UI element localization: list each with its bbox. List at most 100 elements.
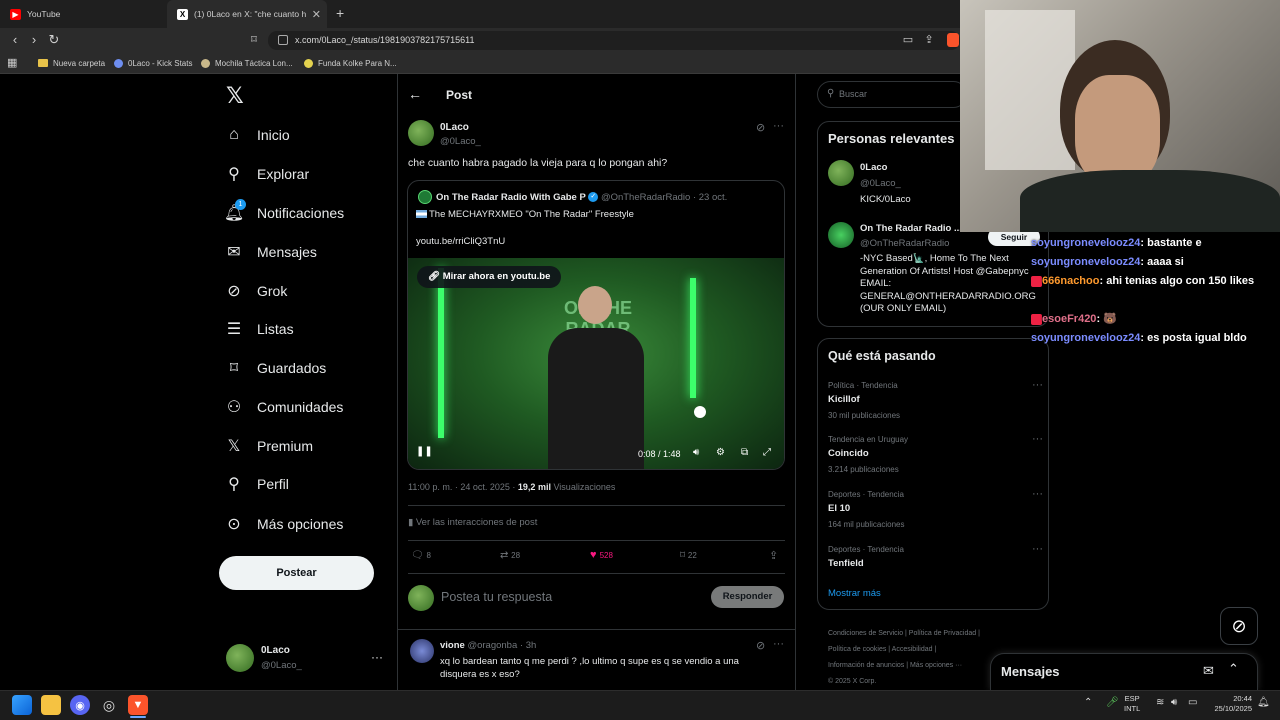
- video-player[interactable]: ON THE RADAR 🔗︎ Mirar ahora en youtu.be …: [408, 258, 784, 469]
- view-interactions-link[interactable]: ▮ Ver las interacciones de post: [408, 517, 537, 528]
- trend-item[interactable]: Política · Tendencia Kicillof 30 mil pub…: [828, 379, 1043, 420]
- trend-item[interactable]: Tendencia en Uruguay Coincido 3.214 publ…: [828, 433, 1043, 474]
- bookmark-kick-stats[interactable]: 0Laco - Kick Stats: [114, 52, 192, 74]
- like-action[interactable]: ♥ 528: [590, 549, 613, 561]
- new-message-icon[interactable]: ✉: [1203, 663, 1214, 679]
- trend-more-icon[interactable]: ···: [1032, 543, 1043, 555]
- microphone-icon[interactable]: 🎤︎: [1106, 697, 1119, 708]
- sidebar-item-mensajes[interactable]: ✉ Mensajes: [222, 233, 392, 271]
- sidebar-item-inicio[interactable]: ⌂ Inicio: [222, 116, 392, 154]
- sidebar-item-grok[interactable]: ⊘ Grok: [222, 272, 392, 310]
- obs-icon[interactable]: ◎: [99, 695, 119, 715]
- sidebar-item-perfil[interactable]: ⚲ Perfil: [222, 465, 392, 503]
- volume-icon[interactable]: 🔊︎: [1171, 697, 1177, 708]
- reply-author-name[interactable]: vione: [440, 640, 465, 651]
- relevant-handle[interactable]: @OnTheRadarRadio: [860, 238, 949, 249]
- show-more-link[interactable]: Mostrar más: [828, 588, 881, 599]
- watch-on-youtube-button[interactable]: 🔗︎ Mirar ahora en youtu.be: [417, 266, 562, 288]
- relevant-name[interactable]: 0Laco: [860, 162, 887, 173]
- footer-line[interactable]: Política de cookies | Accesibilidad |: [828, 642, 980, 658]
- language-indicator[interactable]: ESP INTL: [1124, 694, 1140, 714]
- apps-grid-icon[interactable]: ▦: [7, 56, 19, 69]
- post-author-name[interactable]: 0Laco: [440, 122, 469, 133]
- bookmark-action[interactable]: ⌑ 22: [680, 550, 697, 561]
- post-button[interactable]: Postear: [219, 556, 374, 590]
- grok-icon[interactable]: ⊘: [756, 639, 765, 652]
- footer-line[interactable]: Condiciones de Servicio | Política de Pr…: [828, 626, 980, 642]
- grok-float-button[interactable]: ⊘: [1220, 607, 1258, 645]
- pause-icon[interactable]: ❚❚: [416, 446, 433, 457]
- relevant-name[interactable]: On The Radar Radio ...: [860, 223, 962, 234]
- trend-item[interactable]: Deportes · Tendencia El 10 164 mil publi…: [828, 488, 1043, 529]
- repost-action[interactable]: ⇄ 28: [500, 550, 520, 561]
- pip-icon[interactable]: ⧉: [741, 447, 748, 458]
- tray-chevron-icon[interactable]: ⌃: [1084, 697, 1092, 708]
- share-icon[interactable]: ⇪: [769, 549, 778, 562]
- sidebar-item-premium[interactable]: 𝕏 Premium: [222, 427, 392, 465]
- sidebar-item-mas-opciones[interactable]: ⊙ Más opciones: [222, 505, 392, 543]
- tab-youtube[interactable]: ▶ YouTube: [0, 0, 165, 28]
- bookmark-mochila[interactable]: Mochila Táctica Lon...: [201, 52, 293, 74]
- messages-drawer[interactable]: Mensajes ✉ ⌃: [990, 653, 1258, 690]
- trend-more-icon[interactable]: ···: [1032, 379, 1043, 391]
- reply-more-icon[interactable]: ···: [773, 638, 784, 650]
- fullscreen-icon[interactable]: ⤢: [763, 447, 771, 458]
- reply-action[interactable]: 🗨︎ 8: [411, 550, 431, 561]
- discord-icon[interactable]: ◉: [70, 695, 90, 715]
- grok-icon[interactable]: ⊘: [756, 121, 765, 134]
- windows-start-icon[interactable]: [12, 695, 32, 715]
- account-more-icon[interactable]: ···: [371, 650, 383, 664]
- avatar[interactable]: [828, 222, 854, 248]
- url-field[interactable]: x.com/0Laco_/status/1981903782175715611: [268, 31, 960, 50]
- sidebar-item-notificaciones[interactable]: 🔔︎ 1 Notificaciones: [222, 194, 392, 232]
- reply-author-handle[interactable]: @oragonba: [467, 640, 517, 651]
- search-input[interactable]: ⚲ Buscar: [817, 81, 967, 108]
- cast-icon[interactable]: ▭: [900, 32, 916, 48]
- close-tab-icon[interactable]: ✕: [312, 8, 321, 21]
- reload-icon[interactable]: ↻: [46, 32, 62, 48]
- avatar[interactable]: [408, 120, 434, 146]
- back-arrow-icon[interactable]: ←: [408, 86, 422, 102]
- sidebar-item-guardados[interactable]: ⌑ Guardados: [222, 349, 392, 387]
- quoted-post-card[interactable]: On The Radar Radio With Gabe P ✓ @OnTheR…: [407, 180, 785, 470]
- expand-icon[interactable]: ⌃: [1228, 661, 1239, 677]
- notification-bell-icon[interactable]: 🔔︎: [1257, 697, 1270, 708]
- reply-input[interactable]: Postea tu respuesta: [441, 590, 701, 604]
- post-timestamp[interactable]: 11:00 p. m. · 24 oct. 2025 ·: [408, 482, 515, 492]
- reply-time[interactable]: · 3h: [520, 640, 536, 651]
- trend-item[interactable]: Deportes · Tendencia Tenfield ···: [828, 543, 1043, 569]
- post-author-handle[interactable]: @0Laco_: [440, 136, 481, 147]
- trend-more-icon[interactable]: ···: [1032, 433, 1043, 445]
- tab-x-post[interactable]: X (1) 0Laco en X: "che cuanto h ✕: [167, 0, 327, 28]
- quote-link[interactable]: youtu.be/rriCliQ3TnU: [416, 236, 505, 247]
- settings-gear-icon[interactable]: ⚙: [716, 447, 725, 458]
- wifi-icon[interactable]: ≋: [1156, 697, 1164, 708]
- forward-icon[interactable]: ›: [26, 32, 42, 48]
- bookmark-page-icon[interactable]: ⌑: [246, 32, 262, 48]
- site-info-icon[interactable]: [278, 35, 288, 45]
- footer-line[interactable]: Información de anuncios | Más opciones ·…: [828, 658, 980, 674]
- battery-icon[interactable]: ▭: [1188, 697, 1197, 708]
- footer-links[interactable]: Condiciones de Servicio | Política de Pr…: [828, 626, 980, 690]
- x-logo-icon[interactable]: 𝕏: [226, 84, 244, 109]
- back-icon[interactable]: ‹: [7, 32, 23, 48]
- bookmark-nueva-carpeta[interactable]: Nueva carpeta: [38, 52, 105, 74]
- reply-submit-button[interactable]: Responder: [711, 586, 784, 608]
- brave-icon[interactable]: ▼: [128, 695, 148, 715]
- account-switcher[interactable]: [226, 644, 254, 672]
- avatar[interactable]: [410, 639, 434, 663]
- relevant-handle[interactable]: @0Laco_: [860, 178, 901, 189]
- avatar[interactable]: [828, 160, 854, 186]
- post-more-icon[interactable]: ···: [773, 120, 784, 132]
- share-icon[interactable]: ⇪: [921, 32, 937, 48]
- brave-shield-icon[interactable]: [947, 33, 959, 47]
- new-tab-button[interactable]: +: [336, 5, 344, 21]
- clock[interactable]: 20:44 25/10/2025: [1206, 694, 1252, 714]
- bookmark-funda[interactable]: Funda Kolke Para N...: [304, 52, 397, 74]
- sidebar-item-listas[interactable]: ☰ Listas: [222, 310, 392, 348]
- volume-icon[interactable]: 🔊︎: [693, 447, 699, 458]
- trend-more-icon[interactable]: ···: [1032, 488, 1043, 500]
- sidebar-item-comunidades[interactable]: ⚇ Comunidades: [222, 388, 392, 426]
- sidebar-item-explorar[interactable]: ⚲ Explorar: [222, 155, 392, 193]
- file-explorer-icon[interactable]: [41, 695, 61, 715]
